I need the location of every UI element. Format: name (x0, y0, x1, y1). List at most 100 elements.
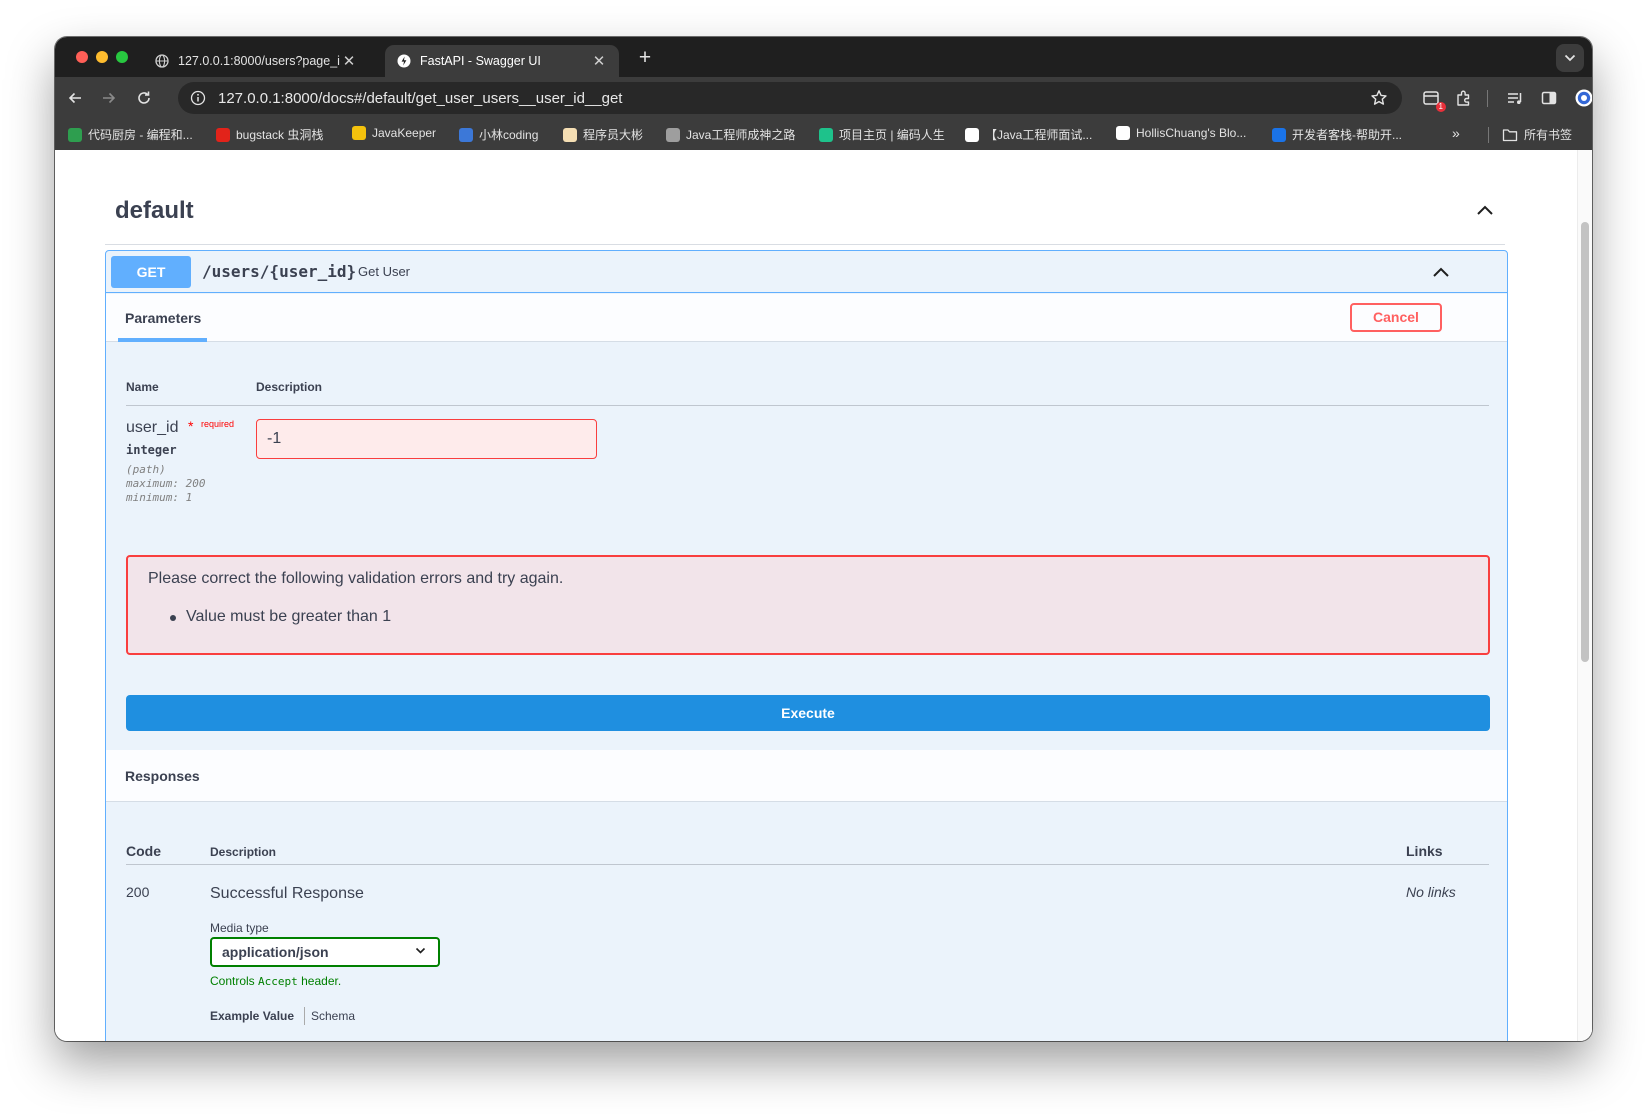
arrow-left-icon (68, 92, 81, 104)
puzzle-icon (1457, 90, 1470, 106)
tab-title: FastAPI - Swagger UI (420, 54, 541, 68)
back-button[interactable] (63, 86, 87, 110)
response-description: Successful Response (210, 885, 364, 902)
bookmark-favicon-icon (1272, 127, 1286, 142)
validation-error-title: Please correct the following validation … (148, 570, 564, 587)
browser-tab-swagger[interactable]: FastAPI - Swagger UI ✕ (385, 45, 619, 77)
reload-button[interactable] (132, 86, 156, 110)
close-tab-icon[interactable]: ✕ (341, 52, 357, 70)
operation-path: /users/{user_id} (202, 262, 357, 281)
column-header-name: Name (126, 380, 159, 394)
media-type-label: Media type (210, 921, 269, 935)
more-bookmarks-icon[interactable]: » (1452, 125, 1460, 141)
bookmarks-divider (1488, 127, 1489, 143)
validation-errors-box: Please correct the following validation … (126, 555, 1490, 655)
profile-button[interactable] (1573, 87, 1592, 109)
side-panel-icon (1541, 91, 1557, 105)
bookmark-favicon-icon (68, 127, 82, 142)
extension-button[interactable]: 1 (1420, 87, 1446, 112)
bookmark-item[interactable]: 开发者客栈-帮助开... (1272, 126, 1402, 143)
minimize-window-button[interactable] (96, 51, 108, 63)
bookmark-item[interactable]: 代码厨房 - 编程和... (68, 126, 193, 143)
toolbar-divider (1487, 90, 1488, 107)
browser-window: 127.0.0.1:8000/users?page_i ✕ FastAPI - … (55, 37, 1592, 1041)
chevron-down-icon (415, 947, 426, 954)
controls-prefix: Controls (210, 974, 255, 988)
tab-search-button[interactable] (1556, 44, 1584, 72)
bookmark-label: HollisChuang's Blo... (1136, 126, 1247, 140)
bookmark-label: 【Java工程师面试... (985, 128, 1093, 142)
operation-summary-text: Get User (358, 264, 411, 279)
forward-button[interactable] (97, 86, 121, 110)
bookmark-label: 小林coding (479, 128, 539, 142)
bookmark-favicon-icon (965, 127, 979, 142)
execute-button[interactable]: Execute (126, 695, 1490, 731)
cancel-button[interactable]: Cancel (1350, 303, 1442, 332)
response-links: No links (1406, 884, 1456, 900)
chevron-up-icon[interactable] (1432, 266, 1450, 278)
param-maximum: maximum: 200 (126, 477, 206, 490)
controls-accept-note: Controls Accept header. (210, 974, 341, 988)
tab-schema[interactable]: Schema (311, 1009, 355, 1023)
chevron-up-icon[interactable] (1476, 204, 1494, 216)
section-title[interactable]: default (115, 197, 194, 225)
extensions-menu-button[interactable] (1453, 87, 1475, 109)
method-badge: GET (111, 256, 191, 288)
vertical-scrollbar[interactable] (1577, 150, 1592, 1041)
bookmark-label: 代码厨房 - 编程和... (88, 128, 193, 142)
responses-title: Responses (125, 768, 200, 784)
chevron-down-icon (1564, 54, 1576, 62)
tab-example-value[interactable]: Example Value (210, 1009, 294, 1023)
bookmark-star-icon[interactable] (1370, 89, 1388, 107)
close-window-button[interactable] (76, 51, 88, 63)
bookmark-item[interactable]: JavaKeeper (352, 126, 436, 140)
controls-suffix: header. (301, 974, 342, 988)
bookmark-item[interactable]: HollisChuang's Blo... (1116, 126, 1246, 140)
responses-header-divider (126, 864, 1489, 865)
responses-header: Responses (106, 750, 1507, 802)
column-header-description: Description (256, 380, 323, 394)
controls-accept-code: Accept (258, 975, 298, 988)
tab-strip: 127.0.0.1:8000/users?page_i ✕ FastAPI - … (55, 37, 1592, 77)
bookmark-item[interactable]: 小林coding (459, 126, 538, 143)
media-type-select[interactable]: application/json (210, 937, 440, 967)
address-bar[interactable]: 127.0.0.1:8000/docs#/default/get_user_us… (178, 82, 1402, 114)
bookmark-label: Java工程师成神之路 (686, 128, 796, 142)
new-tab-button[interactable]: + (633, 46, 657, 70)
bookmark-favicon-icon (216, 127, 230, 142)
tab-parameters[interactable]: Parameters (125, 310, 201, 326)
bookmark-item[interactable]: Java工程师成神之路 (666, 126, 795, 143)
column-header-code: Code (126, 843, 161, 859)
bookmark-item[interactable]: 项目主页 | 编码人生 (819, 126, 945, 143)
folder-icon (1502, 128, 1518, 141)
site-info-icon[interactable] (190, 90, 206, 106)
arrow-right-icon (103, 92, 116, 104)
required-label: required (201, 419, 235, 429)
bullet-icon (170, 615, 176, 621)
close-tab-icon[interactable]: ✕ (591, 52, 607, 70)
active-tab-indicator (118, 338, 207, 342)
all-bookmarks-folder[interactable]: 所有书签 (1502, 126, 1572, 143)
table-header-divider (126, 405, 1489, 406)
maximize-window-button[interactable] (116, 51, 128, 63)
bookmark-item[interactable]: bugstack 虫洞栈 (216, 126, 323, 143)
side-panel-button[interactable] (1538, 87, 1560, 109)
media-queue-icon (1508, 93, 1522, 104)
bookmark-favicon-icon (1116, 126, 1130, 140)
reading-list-button[interactable] (1504, 87, 1526, 109)
bookmark-item[interactable]: 程序员大彬 (563, 126, 643, 143)
column-header-links: Links (1406, 843, 1443, 859)
bookmark-favicon-icon (459, 127, 473, 142)
user-id-input[interactable]: -1 (256, 419, 597, 459)
tab-divider (304, 1007, 305, 1025)
reload-icon (138, 91, 150, 104)
url-text[interactable]: 127.0.0.1:8000/docs#/default/get_user_us… (218, 90, 1370, 107)
bookmark-item[interactable]: 【Java工程师面试... (965, 126, 1092, 143)
globe-icon (155, 54, 169, 68)
scrollbar-thumb[interactable] (1581, 222, 1589, 662)
browser-tab-users[interactable]: 127.0.0.1:8000/users?page_i ✕ (143, 45, 369, 77)
operation-summary[interactable]: GET /users/{user_id} Get User (106, 251, 1507, 293)
tab-title: 127.0.0.1:8000/users?page_i (178, 54, 340, 68)
bookmark-label: 开发者客栈-帮助开... (1292, 128, 1402, 142)
page-viewport: default GET /users/{user_id} Get User Pa… (55, 150, 1592, 1041)
